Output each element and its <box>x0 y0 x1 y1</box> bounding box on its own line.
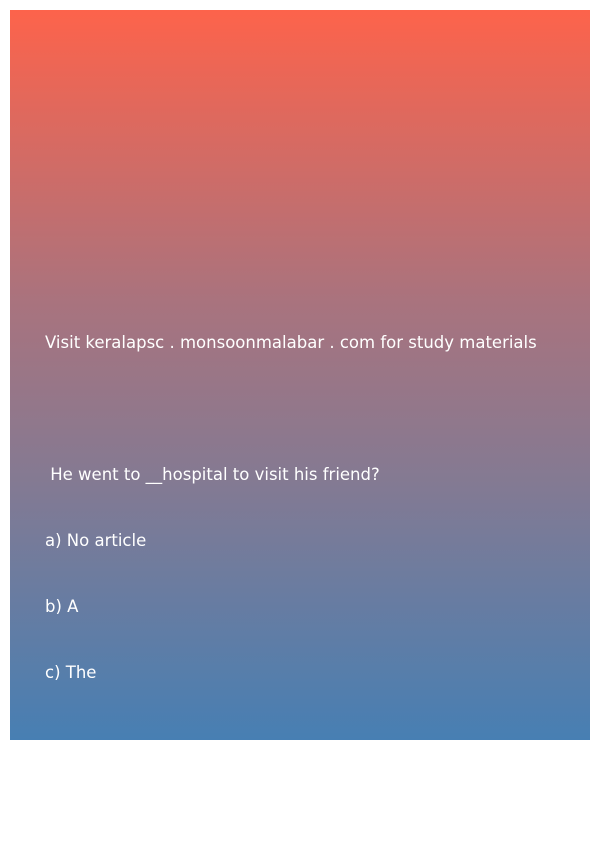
option-a: a) No article <box>45 531 147 550</box>
question-text: He went to __hospital to visit his frien… <box>45 465 380 484</box>
card-content: Visit keralapsc . monsoonmalabar . com f… <box>45 288 537 860</box>
source-line: Visit keralapsc . monsoonmalabar . com f… <box>45 333 537 352</box>
option-c: c) The <box>45 663 97 682</box>
answer-text: Answer: The <box>45 795 147 814</box>
quiz-card: Visit keralapsc . monsoonmalabar . com f… <box>10 10 590 814</box>
option-b: b) A <box>45 597 79 616</box>
